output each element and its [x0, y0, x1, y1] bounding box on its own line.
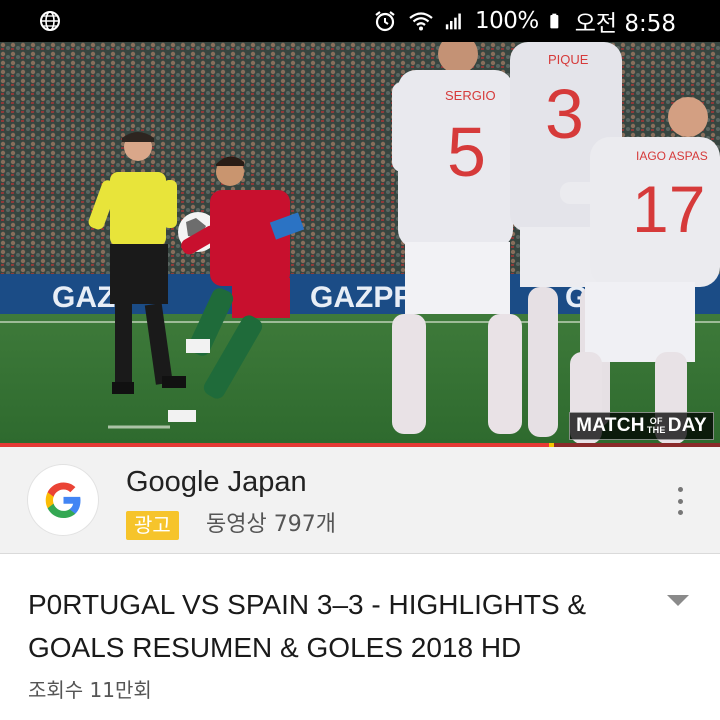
battery-icon — [550, 13, 559, 29]
channel-name[interactable]: Google Japan — [126, 466, 307, 499]
svg-text:IAGO ASPAS: IAGO ASPAS — [636, 149, 708, 163]
svg-text:PIQUE: PIQUE — [548, 52, 589, 67]
channel-avatar[interactable] — [28, 465, 98, 535]
svg-text:5: 5 — [447, 113, 486, 191]
video-title: P0RTUGAL VS SPAIN 3–3 - HIGHLIGHTS & GOA… — [28, 589, 587, 663]
channel-video-count: 동영상 797개 — [206, 512, 336, 537]
ad-badge: 광고 — [126, 511, 179, 540]
globe-icon — [40, 11, 60, 31]
wifi-icon — [409, 12, 433, 31]
video-thumbnail: GAZP GAZPROM G SERGIO 5 PIQUE 3 IAGO ASP… — [0, 42, 720, 444]
channel-row[interactable]: Google Japan 광고 동영상 797개 — [0, 447, 720, 554]
battery-percent: 100% — [474, 8, 539, 34]
alarm-icon — [375, 11, 395, 32]
expand-chevron-icon[interactable] — [666, 594, 690, 608]
match-of-the-day-watermark: MATCH OF THE DAY — [569, 412, 714, 440]
clock-time: 오전 8:58 — [574, 11, 676, 37]
status-bar: 100% 오전 8:58 — [0, 0, 720, 42]
svg-text:17: 17 — [632, 172, 705, 246]
svg-text:SERGIO: SERGIO — [445, 88, 496, 103]
signal-icon — [445, 13, 461, 30]
more-vert-icon[interactable] — [668, 487, 692, 515]
view-count: 조회수 11만회 — [28, 678, 152, 702]
svg-text:3: 3 — [545, 75, 584, 153]
video-player[interactable]: GAZP GAZPROM G SERGIO 5 PIQUE 3 IAGO ASP… — [0, 42, 720, 444]
google-g-icon — [45, 482, 81, 518]
